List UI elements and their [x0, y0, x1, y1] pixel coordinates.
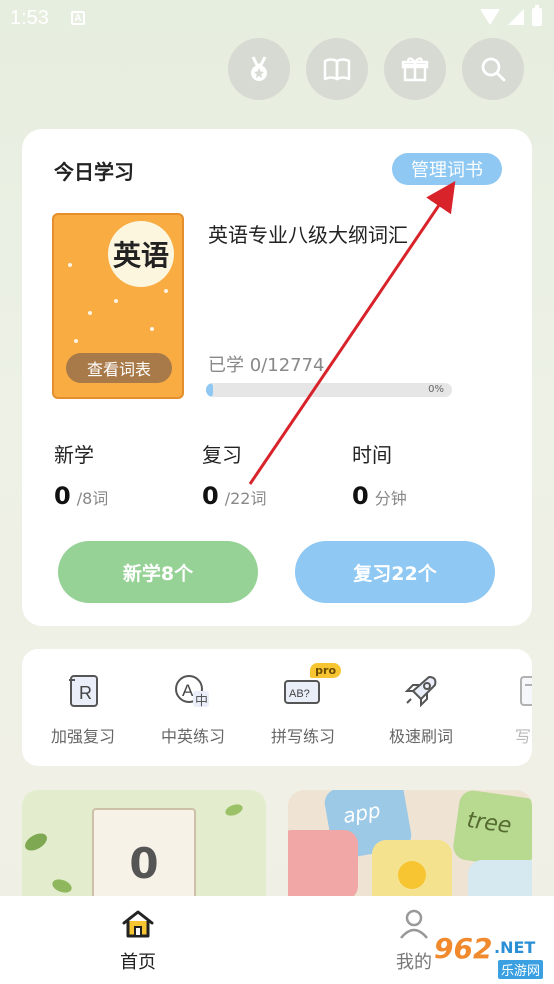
stat-unit: /22词 [224, 489, 267, 508]
pro-badge: pro [310, 663, 341, 678]
stat-unit: /8词 [76, 489, 109, 508]
tool-speed-drill[interactable]: 极速刷词 [366, 671, 476, 747]
stat-value: 0 [54, 482, 71, 510]
svg-text:A: A [182, 681, 194, 700]
rocket-icon [404, 676, 437, 708]
learned-count: 已学 0/12774 [208, 355, 325, 376]
search-button[interactable] [462, 38, 524, 100]
translate-icon: A 中 [175, 675, 209, 709]
tile-word: tree [465, 807, 513, 839]
tool-spelling-practice[interactable]: AB? pro 拼写练习 [248, 663, 358, 747]
progress-bar: 0% [206, 383, 452, 397]
stat-label: 新学 [54, 443, 94, 467]
notification-icon: A [70, 11, 85, 25]
writing-icon [520, 676, 532, 706]
medal-button[interactable] [228, 38, 290, 100]
site-watermark: 962 .NET 乐游网 [418, 930, 548, 980]
search-icon [481, 57, 506, 82]
card-title: 今日学习 [54, 160, 134, 184]
book-cover[interactable]: 英语 查看词表 [52, 213, 184, 399]
stat-unit: 分钟 [374, 489, 407, 508]
stat-value: 0 [352, 482, 369, 510]
today-study-card: 今日学习 管理词书 英语 查看词表 英语专业八级大纲词汇 已学 0/12774 … [22, 129, 532, 626]
manage-books-button[interactable]: 管理词书 [392, 153, 502, 185]
tool-label: 写作 [514, 727, 532, 746]
watermark-name: 乐游网 [498, 960, 544, 979]
stat-review: 复习 0 /22词 [202, 439, 266, 510]
stat-new: 新学 0 /8词 [54, 439, 108, 510]
book-cover-title: 英语 [108, 221, 174, 287]
watermark-domain: .NET [494, 938, 536, 957]
book-icon [323, 58, 351, 81]
top-toolbar [228, 38, 524, 100]
svg-text:R: R [79, 683, 92, 703]
stat-time: 时间 0 分钟 [352, 439, 407, 510]
tool-writing[interactable]: 写作 [476, 671, 532, 747]
tools-card: R 加强复习 A 中 中英练习 AB? pro 拼写练习 极速刷词 写 [22, 649, 532, 766]
view-word-list-button[interactable]: 查看词表 [66, 353, 172, 383]
tool-label: 极速刷词 [388, 727, 453, 746]
gift-button[interactable] [384, 38, 446, 100]
stat-label: 时间 [352, 443, 392, 467]
tool-label: 中英练习 [160, 727, 225, 746]
tab-home[interactable]: 首页 [98, 908, 178, 974]
watermark-number: 962 [434, 932, 493, 965]
status-bar: 1:53 A [0, 0, 554, 36]
gift-icon [401, 57, 429, 82]
review-button[interactable]: 复习22个 [295, 541, 495, 603]
tool-label: 加强复习 [50, 727, 115, 746]
tab-label: 首页 [120, 952, 156, 973]
svg-text:AB?: AB? [289, 688, 310, 700]
stat-value: 0 [202, 482, 219, 510]
progress-fill [206, 383, 214, 397]
status-time: 1:53 [10, 6, 49, 29]
progress-label: 0% [428, 384, 444, 395]
learn-new-button[interactable]: 新学8个 [58, 541, 258, 603]
book-button[interactable] [306, 38, 368, 100]
medal-icon [251, 56, 267, 81]
word-tile [288, 830, 358, 900]
tool-cn-en-practice[interactable]: A 中 中英练习 [138, 671, 248, 747]
word-tile: tree [451, 790, 532, 870]
stat-label: 复习 [202, 443, 242, 467]
tile-word: app [341, 797, 383, 829]
tool-label: 拼写练习 [270, 727, 335, 746]
tool-enhanced-review[interactable]: R 加强复习 [28, 671, 138, 747]
home-icon [122, 910, 154, 938]
wifi-icon [480, 9, 500, 25]
svg-text:中: 中 [195, 694, 208, 709]
status-indicators [480, 5, 542, 26]
signal-icon [508, 9, 524, 25]
book-name: 英语专业八级大纲词汇 [208, 223, 408, 247]
calendar-number: 0 [129, 838, 159, 888]
battery-icon [532, 5, 542, 26]
review-r-icon: R [69, 675, 98, 707]
